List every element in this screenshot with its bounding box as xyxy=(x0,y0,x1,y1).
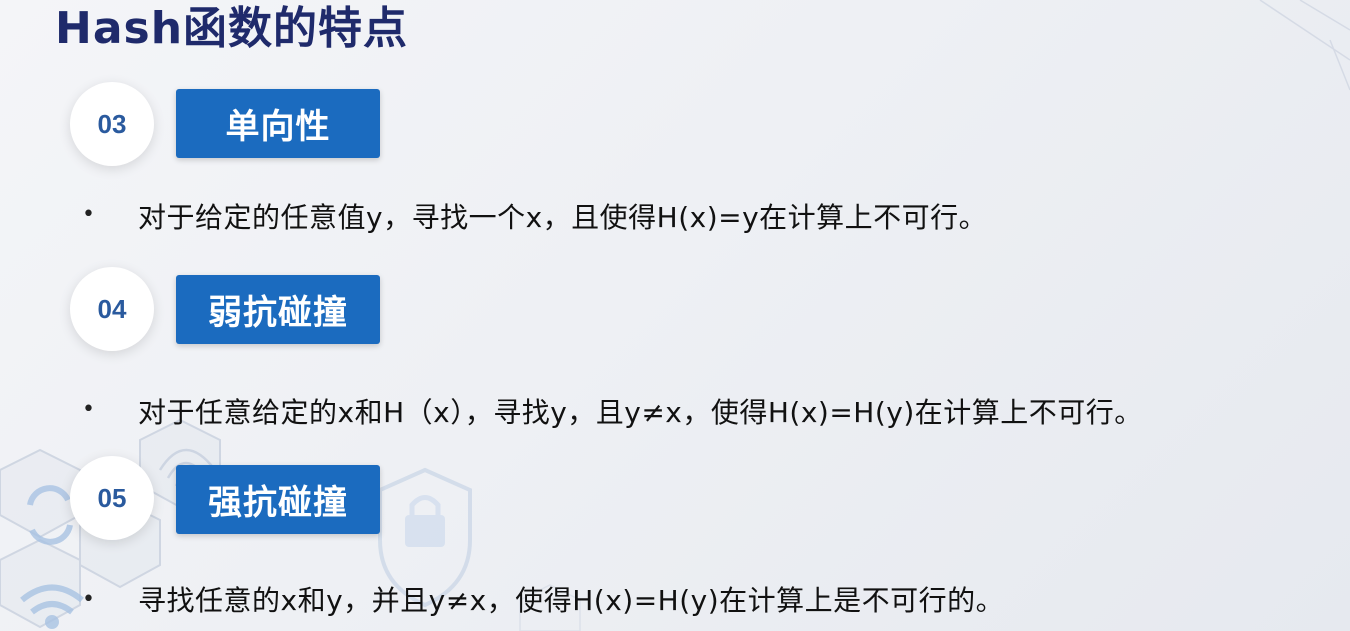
item-description: 寻找任意的x和y，并且y≠x，使得H(x)=H(y)在计算上是不可行的。 xyxy=(138,584,1005,617)
item-heading-tag: 弱抗碰撞 xyxy=(176,275,380,344)
item-number-badge: 05 xyxy=(70,456,154,540)
item-heading-tag: 单向性 xyxy=(176,89,380,158)
item-number-badge: 04 xyxy=(70,267,154,351)
bullet-marker: • xyxy=(82,202,95,227)
item-description: 对于任意给定的x和H（x），寻找y，且y≠x，使得H(x)=H(y)在计算上不可… xyxy=(138,396,1143,429)
item-number-badge: 03 xyxy=(70,82,154,166)
bullet-marker: • xyxy=(82,397,95,422)
item-description: 对于给定的任意值y，寻找一个x，且使得H(x)=y在计算上不可行。 xyxy=(138,201,988,234)
bullet-marker: • xyxy=(82,587,95,612)
item-heading-tag: 强抗碰撞 xyxy=(176,465,380,534)
slide-title: Hash函数的特点 xyxy=(55,3,409,54)
